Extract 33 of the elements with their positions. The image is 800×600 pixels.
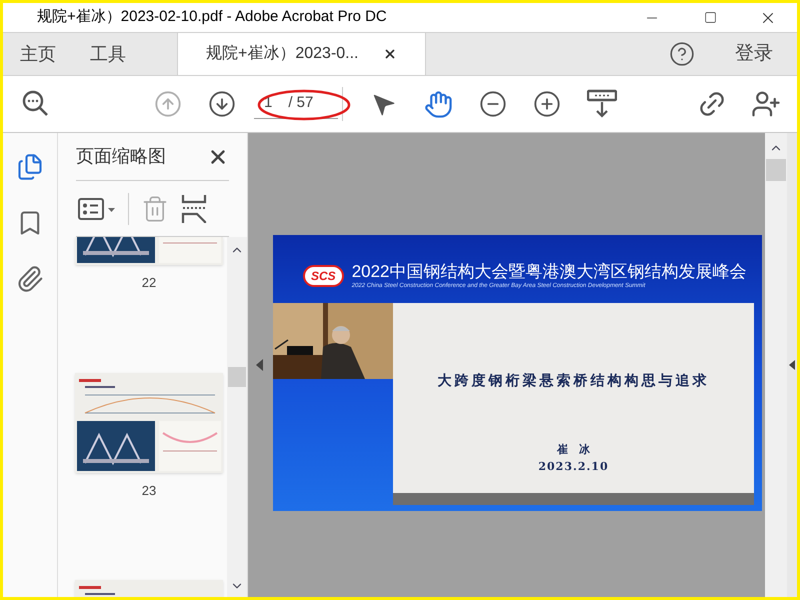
- pages-icon[interactable]: [16, 153, 44, 181]
- scrollbar[interactable]: [765, 133, 787, 597]
- paperclip-icon[interactable]: [16, 265, 44, 293]
- tab[interactable]: 规院+崔冰）2023-0...: [177, 33, 426, 75]
- window-title: 规院+崔冰）2023-02-10.pdf - Adobe Acrobat Pro DC: [37, 7, 387, 28]
- close-icon[interactable]: [382, 47, 396, 61]
- search-icon[interactable]: [22, 90, 50, 118]
- hand-icon[interactable]: [424, 90, 453, 118]
- banner-title: 2022中国钢结构大会暨粤港澳大湾区钢结构发展峰会: [352, 262, 747, 282]
- panel-title: 页面缩略图: [76, 145, 166, 168]
- zoom-out-icon[interactable]: [479, 90, 507, 118]
- sign-in-button[interactable]: 登录: [735, 40, 773, 68]
- slide-title: 大跨度钢桁梁悬索桥结构构思与追求: [438, 372, 710, 391]
- extract-page-icon[interactable]: [181, 194, 207, 224]
- scrollbar[interactable]: [227, 237, 247, 597]
- scroll-thumb[interactable]: [228, 367, 246, 387]
- page-number: 22: [142, 274, 156, 292]
- tab[interactable]: 工具: [73, 33, 143, 75]
- options-icon[interactable]: [78, 196, 116, 220]
- keyboard-download-icon[interactable]: [587, 89, 617, 119]
- maximize-icon[interactable]: [704, 11, 716, 24]
- logo: SCS: [303, 265, 344, 287]
- collapse-icon[interactable]: [256, 359, 262, 371]
- page-number: 23: [142, 482, 156, 500]
- zoom-in-icon[interactable]: [533, 90, 561, 118]
- user-add-icon[interactable]: [751, 89, 781, 119]
- tab[interactable]: 主页: [3, 33, 73, 75]
- next-page-icon[interactable]: [208, 90, 236, 118]
- scroll-thumb[interactable]: [766, 159, 786, 181]
- help-icon[interactable]: [669, 41, 695, 67]
- date: 2023.2.10: [538, 458, 609, 474]
- author: 崔 冰: [557, 442, 590, 458]
- collapse-icon[interactable]: [789, 360, 795, 370]
